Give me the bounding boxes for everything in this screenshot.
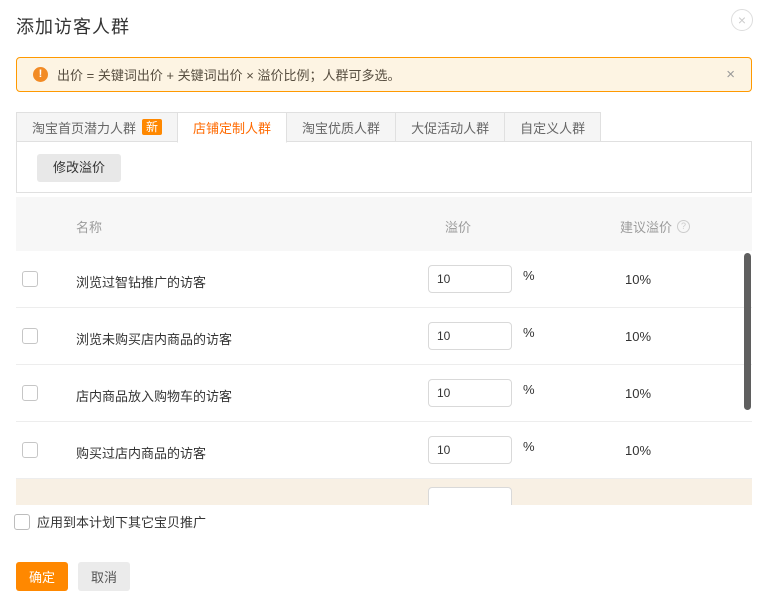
premium-input[interactable] — [428, 265, 512, 293]
audience-list: 浏览过智钻推广的访客 % 10% 浏览未购买店内商品的访客 % 10% 店内商品… — [16, 251, 752, 505]
table-header: 名称 溢价 建议溢价 ? — [16, 197, 752, 251]
premium-input[interactable] — [428, 379, 512, 407]
percent-sign: % — [523, 382, 535, 397]
row-checkbox[interactable] — [22, 271, 38, 287]
suggested-premium-value: 10% — [625, 329, 651, 344]
table-body: 浏览过智钻推广的访客 % 10% 浏览未购买店内商品的访客 % 10% 店内商品… — [16, 251, 752, 479]
audience-tabs: 淘宝首页潜力人群新店铺定制人群淘宝优质人群大促活动人群自定义人群 — [16, 112, 600, 142]
audience-name: 浏览未购买店内商品的访客 — [76, 329, 232, 348]
table-row: 购买过店内商品的访客 % 10% — [16, 422, 752, 479]
suggested-premium-value: 10% — [625, 386, 651, 401]
apply-to-plan-checkbox[interactable] — [14, 514, 30, 530]
row-checkbox[interactable] — [22, 385, 38, 401]
scrollbar-thumb[interactable] — [744, 253, 751, 410]
add-visitor-audience-dialog: 添加访客人群 × ! 出价 = 关键词出价 + 关键词出价 × 溢价比例；人群可… — [0, 0, 768, 611]
modify-premium-button[interactable]: 修改溢价 — [37, 154, 121, 182]
tab-content-panel: 修改溢价 — [16, 141, 752, 193]
percent-sign: % — [523, 325, 535, 340]
column-header-premium: 溢价 — [445, 217, 471, 236]
tab-3[interactable]: 大促活动人群 — [395, 112, 505, 142]
table-row-partial — [16, 479, 752, 505]
column-header-name: 名称 — [76, 217, 102, 236]
premium-input[interactable] — [428, 436, 512, 464]
row-checkbox[interactable] — [22, 328, 38, 344]
suggested-premium-value: 10% — [625, 443, 651, 458]
confirm-button[interactable]: 确定 — [16, 562, 68, 591]
apply-to-plan-row[interactable]: 应用到本计划下其它宝贝推广 — [14, 512, 206, 531]
bid-formula-banner: ! 出价 = 关键词出价 + 关键词出价 × 溢价比例；人群可多选。 × — [16, 57, 752, 92]
table-row: 浏览过智钻推广的访客 % 10% — [16, 251, 752, 308]
help-icon[interactable]: ? — [677, 220, 690, 233]
audience-name: 店内商品放入购物车的访客 — [76, 386, 232, 405]
tab-label: 店铺定制人群 — [193, 118, 271, 137]
tab-label: 淘宝优质人群 — [302, 118, 380, 137]
tab-2[interactable]: 淘宝优质人群 — [286, 112, 396, 142]
table-row: 店内商品放入购物车的访客 % 10% — [16, 365, 752, 422]
tab-1[interactable]: 店铺定制人群 — [177, 112, 287, 143]
tab-0[interactable]: 淘宝首页潜力人群新 — [16, 112, 178, 142]
tab-label: 大促活动人群 — [411, 118, 489, 137]
cancel-button[interactable]: 取消 — [78, 562, 130, 591]
table-row: 浏览未购买店内商品的访客 % 10% — [16, 308, 752, 365]
suggested-premium-value: 10% — [625, 272, 651, 287]
new-badge: 新 — [142, 119, 162, 135]
tab-label: 淘宝首页潜力人群 — [32, 118, 136, 137]
tab-label: 自定义人群 — [520, 118, 585, 137]
column-header-suggested: 建议溢价 ? — [620, 217, 690, 236]
apply-to-plan-label: 应用到本计划下其它宝贝推广 — [37, 512, 206, 531]
percent-sign: % — [523, 268, 535, 283]
dialog-close-icon[interactable]: × — [731, 9, 753, 31]
dialog-title: 添加访客人群 — [16, 13, 130, 39]
warning-icon: ! — [33, 67, 48, 82]
audience-name: 购买过店内商品的访客 — [76, 443, 206, 462]
row-checkbox[interactable] — [22, 442, 38, 458]
premium-input[interactable] — [428, 322, 512, 350]
column-header-suggested-label: 建议溢价 — [620, 217, 672, 236]
banner-close-icon[interactable]: × — [726, 66, 735, 83]
banner-text: 出价 = 关键词出价 + 关键词出价 × 溢价比例；人群可多选。 — [57, 65, 400, 84]
percent-sign: % — [523, 439, 535, 454]
premium-input[interactable] — [428, 487, 512, 505]
audience-name: 浏览过智钻推广的访客 — [76, 272, 206, 291]
tab-4[interactable]: 自定义人群 — [504, 112, 601, 142]
